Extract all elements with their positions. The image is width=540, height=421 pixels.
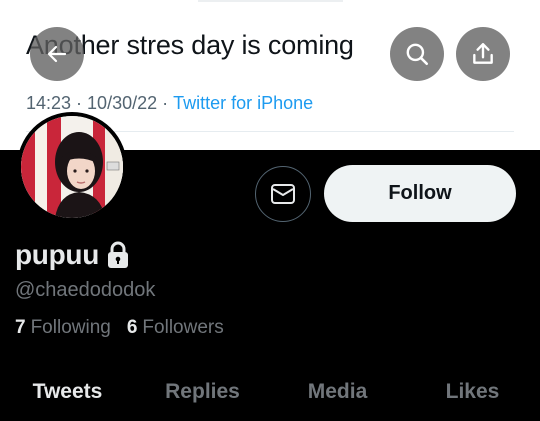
following-link[interactable]: 7 Following	[15, 317, 111, 339]
meta-separator: ·	[76, 93, 83, 113]
display-name-text: pupuu	[15, 239, 100, 270]
search-icon	[406, 43, 429, 66]
handle: @chaedododok	[15, 279, 156, 301]
tweet-source: Twitter for iPhone	[173, 93, 314, 113]
tweet-date: 10/30/22	[87, 93, 158, 113]
follow-stats: 7 Following 6 Followers	[15, 317, 224, 339]
share-button[interactable]	[456, 27, 510, 81]
search-button[interactable]	[390, 27, 444, 81]
lock-icon	[106, 241, 130, 269]
envelope-icon	[271, 184, 295, 204]
tab-tweets[interactable]: Tweets	[0, 363, 135, 421]
avatar-image	[21, 116, 123, 218]
tweet-time: 14:23	[26, 93, 72, 113]
avatar[interactable]	[17, 112, 127, 222]
banner-tweet-meta: 14:23 · 10/30/22 · Twitter for iPhone	[26, 93, 313, 114]
followers-label: Followers	[142, 317, 224, 338]
tab-likes[interactable]: Likes	[405, 363, 540, 421]
tab-replies[interactable]: Replies	[135, 363, 270, 421]
followers-count: 6	[126, 317, 138, 338]
following-count: 7	[15, 317, 26, 338]
message-button[interactable]	[255, 166, 311, 222]
back-button[interactable]	[30, 27, 84, 81]
arrow-left-icon	[47, 45, 67, 63]
display-name: pupuu	[15, 239, 130, 271]
profile-tabs: Tweets Replies Media Likes	[0, 363, 540, 421]
banner-top-line	[198, 0, 343, 2]
following-label: Following	[30, 317, 111, 338]
followers-link[interactable]: 6 Followers	[127, 317, 224, 339]
follow-button[interactable]: Follow	[324, 165, 516, 222]
tab-media[interactable]: Media	[270, 363, 405, 421]
meta-separator: ·	[162, 93, 169, 113]
share-upload-icon	[473, 43, 493, 64]
